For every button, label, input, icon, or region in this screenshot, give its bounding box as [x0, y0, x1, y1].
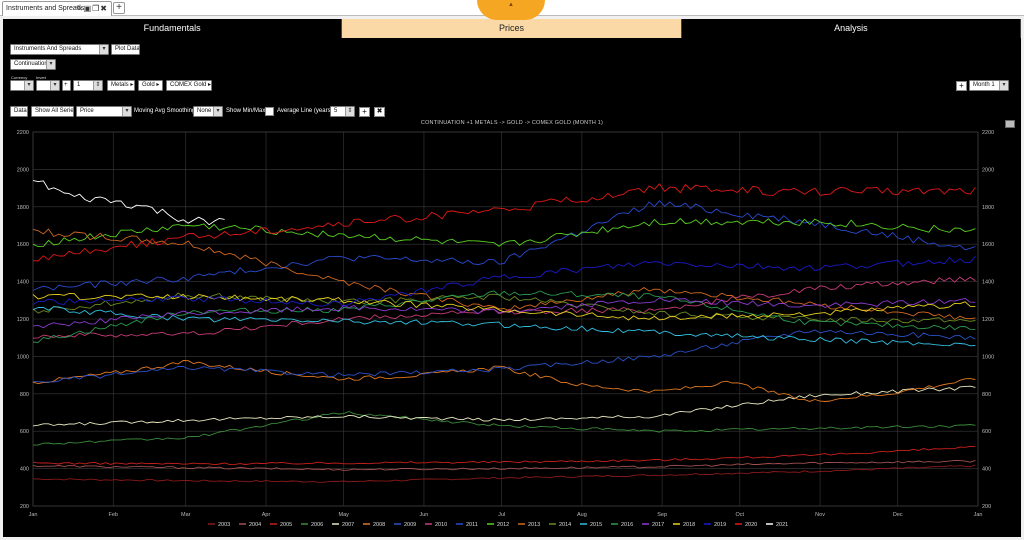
series-line-2010 [32, 276, 976, 339]
y-tick-label-right: 1800 [982, 205, 994, 211]
y-tick-label-left: 1000 [17, 354, 29, 360]
legend-label-2012: 2012 [497, 522, 509, 528]
x-tick-label: Dec [893, 512, 903, 518]
legend-label-2004: 2004 [249, 522, 261, 528]
legend-label-2016: 2016 [621, 522, 633, 528]
legend-label-2018: 2018 [683, 522, 695, 528]
y-tick-label-left: 2200 [17, 130, 29, 136]
y-tick-label-right: 1600 [982, 242, 994, 248]
collapse-handle[interactable]: ▲ [477, 0, 545, 20]
legend-label-2015: 2015 [590, 522, 602, 528]
x-tick-label: Jan [29, 512, 38, 518]
x-tick-label: Aug [577, 512, 587, 518]
y-tick-label-right: 600 [982, 429, 991, 435]
y-tick-label-right: 200 [982, 504, 991, 510]
add-tab-icon[interactable]: + [113, 2, 125, 14]
legend-label-2005: 2005 [280, 522, 292, 528]
document-tab[interactable]: Instruments and Spreads ✎▣❐✖ [2, 1, 112, 16]
legend-label-2006: 2006 [311, 522, 323, 528]
legend-label-2011: 2011 [466, 522, 478, 528]
y-tick-label-right: 400 [982, 467, 991, 473]
y-tick-label-right: 2000 [982, 167, 994, 173]
legend-label-2003: 2003 [218, 522, 230, 528]
legend-label-2014: 2014 [559, 522, 571, 528]
legend-label-2017: 2017 [652, 522, 664, 528]
legend-label-2010: 2010 [435, 522, 447, 528]
series-line-2014 [32, 292, 976, 324]
document-tab-label: Instruments and Spreads [6, 5, 85, 12]
series-line-2008 [32, 360, 976, 402]
series-line-2021 [32, 180, 225, 226]
x-tick-label: Feb [109, 512, 118, 518]
x-tick-label: Sep [657, 512, 667, 518]
y-tick-label-left: 2000 [17, 167, 29, 173]
series-line-2012 [32, 218, 976, 248]
y-tick-label-left: 600 [20, 429, 29, 435]
tab-actions-icons[interactable]: ✎▣❐✖ [76, 2, 108, 16]
legend-label-2009: 2009 [404, 522, 416, 528]
legend-label-2008: 2008 [373, 522, 385, 528]
y-tick-label-left: 1400 [17, 280, 29, 286]
x-tick-label: Oct [736, 512, 745, 518]
y-tick-label-left: 400 [20, 467, 29, 473]
y-tick-label-left: 1600 [17, 242, 29, 248]
legend-label-2007: 2007 [342, 522, 354, 528]
series-line-2009 [32, 329, 976, 383]
y-tick-label-right: 1400 [982, 280, 994, 286]
y-tick-label-right: 2200 [982, 130, 994, 136]
x-tick-label: Mar [181, 512, 191, 518]
x-tick-label: Jul [498, 512, 505, 518]
series-line-2015 [32, 306, 976, 347]
x-tick-label: Jun [420, 512, 429, 518]
x-tick-label: Apr [262, 512, 271, 518]
legend-label-2013: 2013 [528, 522, 540, 528]
y-tick-label-left: 200 [20, 504, 29, 510]
series-line-2005 [32, 445, 976, 466]
y-tick-label-left: 800 [20, 392, 29, 398]
y-tick-label-left: 1200 [17, 317, 29, 323]
series-line-2007 [32, 385, 976, 427]
x-tick-label: Jan [974, 512, 983, 518]
app-window: Instruments and Spreads ✎▣❐✖ + ▲ Fundame… [0, 0, 1024, 540]
series-line-2006 [33, 411, 976, 446]
y-tick-label-right: 800 [982, 392, 991, 398]
legend-label-2021: 2021 [776, 522, 788, 528]
prices-panel: Fundamentals Prices Analysis Instruments… [3, 19, 1021, 537]
legend-label-2020: 2020 [745, 522, 757, 528]
y-tick-label-left: 1800 [17, 205, 29, 211]
legend-label-2019: 2019 [714, 522, 726, 528]
price-chart: 200 200 400 400 600 600 800 800 1000 1000 1200 1200… [17, 130, 995, 528]
x-tick-label: Nov [815, 512, 825, 518]
x-tick-label: May [338, 512, 349, 518]
series-line-2020 [32, 183, 976, 262]
series-line-2017 [32, 297, 976, 329]
y-tick-label-right: 1000 [982, 354, 994, 360]
series-line-2011 [32, 200, 976, 291]
y-tick-label-right: 1200 [982, 317, 994, 323]
